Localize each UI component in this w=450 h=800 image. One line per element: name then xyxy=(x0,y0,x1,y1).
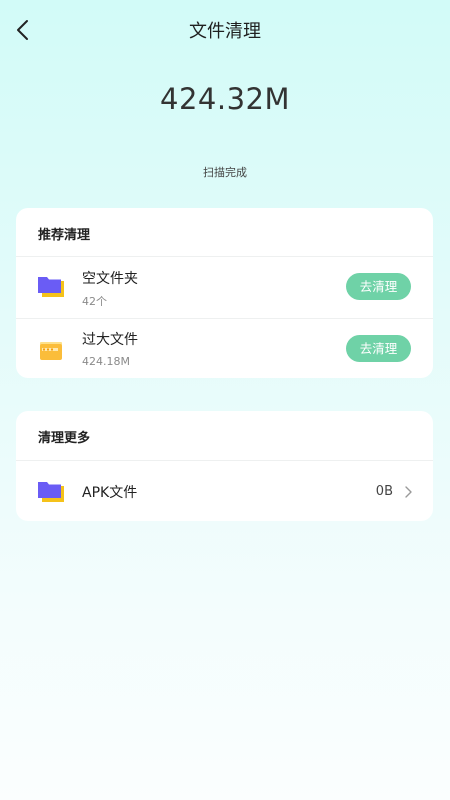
list-item-apk-files[interactable]: APK文件 0B xyxy=(16,461,433,521)
file-clean-screen: { "header": { "title": "文件清理", "back_ico… xyxy=(0,0,450,800)
list-item-large-files[interactable]: 过大文件 424.18M 去清理 xyxy=(16,319,433,379)
clean-button[interactable]: 去清理 xyxy=(346,335,411,362)
card-title: 清理更多 xyxy=(38,431,91,446)
total-junk-size: 424.32M xyxy=(160,82,290,116)
top-bar: 文件清理 xyxy=(0,0,450,60)
item-name: APK文件 xyxy=(82,485,138,501)
list-item-empty-folders[interactable]: 空文件夹 42个 去清理 xyxy=(16,257,433,317)
card-title: 推荐清理 xyxy=(38,228,91,243)
recommend-clean-card: 推荐清理 空文件夹 42个 去清理 过大文件 424.18M 去清理 xyxy=(16,208,433,378)
scan-status-text: 扫描完成 xyxy=(203,166,247,179)
page-title: 文件清理 xyxy=(189,21,261,42)
item-name: 过大文件 xyxy=(82,332,138,348)
clean-more-card: 清理更多 APK文件 0B xyxy=(16,411,433,521)
purple-folder-icon xyxy=(38,482,64,502)
item-detail: 424.18M xyxy=(82,355,130,368)
chevron-right-icon xyxy=(405,486,412,498)
clean-button[interactable]: 去清理 xyxy=(346,273,411,300)
item-size: 0B xyxy=(375,484,393,499)
item-detail: 42个 xyxy=(82,295,107,308)
purple-folder-icon xyxy=(38,277,64,297)
orange-file-box-icon xyxy=(40,342,62,360)
item-name: 空文件夹 xyxy=(82,271,138,287)
